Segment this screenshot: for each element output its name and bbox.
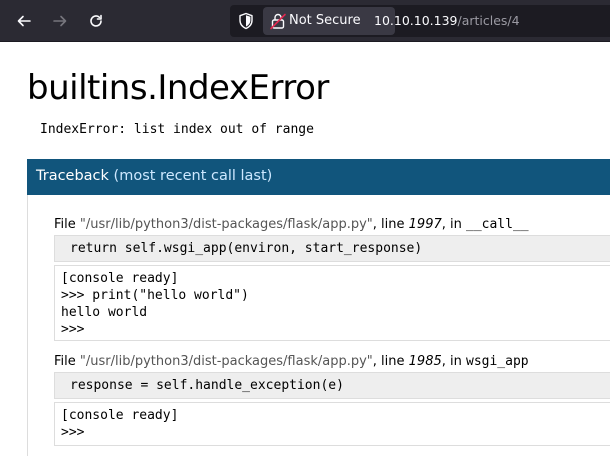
file-prefix: File xyxy=(54,217,80,232)
reload-icon xyxy=(90,14,102,27)
arrow-left-icon xyxy=(17,15,31,27)
traceback-subtitle: (most recent call last) xyxy=(113,168,273,184)
file-path: "/usr/lib/python3/dist-packages/flask/ap… xyxy=(79,217,373,232)
function-name: wsgi_app xyxy=(466,354,529,369)
address-bar[interactable]: Not Secure 10.10.10.139/articles/4 xyxy=(230,5,610,37)
console-line: >>> print("hello world") xyxy=(61,288,249,303)
console-line: hello world xyxy=(61,305,148,320)
source-line[interactable]: return self.wsgi_app(environ, start_resp… xyxy=(54,235,610,262)
frame-header: File "/usr/lib/python3/dist-packages/fla… xyxy=(54,217,529,232)
file-path: "/usr/lib/python3/dist-packages/flask/ap… xyxy=(79,354,373,369)
security-label: Not Secure xyxy=(289,13,361,28)
source-line[interactable]: response = self.handle_exception(e) xyxy=(54,372,610,399)
line-prefix: , line xyxy=(372,354,409,369)
url-path: /articles/4 xyxy=(457,13,520,28)
console-line: [console ready] xyxy=(61,271,179,286)
traceback-body: File "/usr/lib/python3/dist-packages/fla… xyxy=(27,195,610,456)
traceback-header: Traceback (most recent call last) xyxy=(27,159,610,195)
shield-icon[interactable] xyxy=(236,11,256,31)
arrow-right-icon xyxy=(53,15,67,27)
function-name: __call__ xyxy=(466,217,529,232)
url-host: 10.10.10.139 xyxy=(374,13,458,28)
debug-console[interactable]: [console ready] >>> xyxy=(54,402,610,446)
forward-button[interactable] xyxy=(48,9,72,33)
url-text[interactable]: 10.10.10.139/articles/4 xyxy=(374,13,520,28)
error-message: IndexError: list index out of range xyxy=(40,122,314,137)
console-line: [console ready] xyxy=(61,408,179,423)
source-code: return self.wsgi_app(environ, start_resp… xyxy=(70,241,423,256)
console-prompt[interactable]: >>> xyxy=(55,321,610,338)
in-prefix: , in xyxy=(441,217,466,232)
page-title: builtins.IndexError xyxy=(27,68,329,108)
traceback-title: Traceback (most recent call last) xyxy=(36,168,272,184)
source-code: response = self.handle_exception(e) xyxy=(70,378,344,393)
traceback-title-text: Traceback xyxy=(36,168,109,184)
line-prefix: , line xyxy=(372,217,409,232)
console-prompt[interactable]: >>> xyxy=(55,424,610,441)
browser-toolbar: Not Secure 10.10.10.139/articles/4 xyxy=(0,0,610,42)
debug-console[interactable]: [console ready] >>> print("hello world")… xyxy=(54,265,610,341)
line-number: 1985 xyxy=(408,354,442,369)
in-prefix: , in xyxy=(441,354,466,369)
page-content: builtins.IndexError IndexError: list ind… xyxy=(0,42,610,456)
line-number: 1997 xyxy=(408,217,442,232)
back-button[interactable] xyxy=(12,9,36,33)
broken-lock-icon xyxy=(270,13,286,30)
file-prefix: File xyxy=(54,354,80,369)
reload-button[interactable] xyxy=(84,9,108,33)
frame-header: File "/usr/lib/python3/dist-packages/fla… xyxy=(54,354,529,369)
